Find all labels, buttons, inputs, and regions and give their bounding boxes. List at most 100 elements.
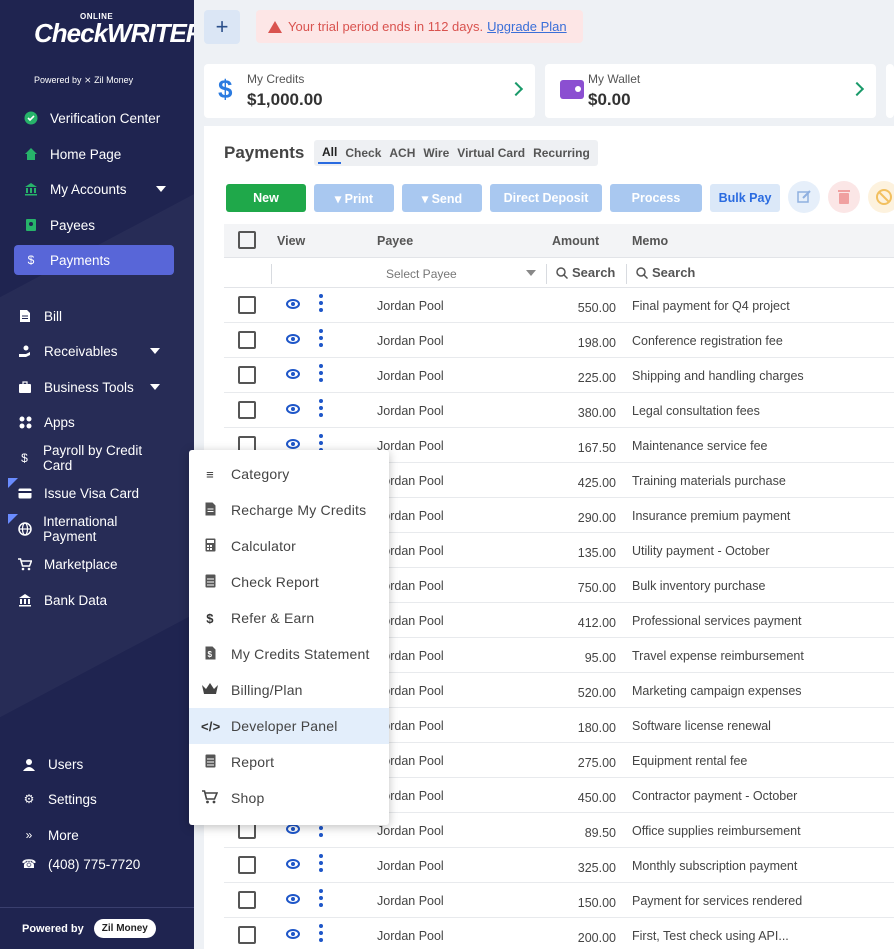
sidebar-item-bill[interactable]: Bill xyxy=(8,301,168,331)
print-button[interactable]: ▾ Print xyxy=(314,184,394,212)
sidebar-item-payees[interactable]: Payees xyxy=(14,210,174,240)
trial-text: Your trial period ends in 112 days. xyxy=(288,19,484,34)
chevron-down-icon[interactable] xyxy=(526,270,536,276)
sidebar-item-apps[interactable]: Apps xyxy=(8,407,168,437)
bulk-pay-button[interactable]: Bulk Pay xyxy=(710,184,780,212)
card-value: $1,000.00 xyxy=(247,90,323,109)
tab-check[interactable]: Check xyxy=(341,143,385,163)
sidebar-item-home-page[interactable]: Home Page xyxy=(14,139,174,169)
amount-search-input[interactable]: Search xyxy=(572,265,615,280)
more-vertical-icon[interactable] xyxy=(319,854,323,874)
column-amount[interactable]: Amount xyxy=(552,234,599,248)
column-memo[interactable]: Memo xyxy=(632,234,668,248)
cart-icon xyxy=(16,555,34,573)
eye-icon[interactable] xyxy=(286,439,300,449)
sidebar-item-verification-center[interactable]: Verification Center xyxy=(14,103,174,133)
row-checkbox[interactable] xyxy=(238,891,256,909)
menu-item-category[interactable]: ≡ Category xyxy=(189,456,389,492)
sidebar-item-my-accounts[interactable]: My Accounts xyxy=(14,174,174,204)
tab-wire[interactable]: Wire xyxy=(419,143,453,163)
menu-item-shop[interactable]: Shop xyxy=(189,780,389,816)
sidebar-item-payments[interactable]: $ Payments xyxy=(14,245,174,275)
more-vertical-icon[interactable] xyxy=(319,399,323,419)
eye-icon[interactable] xyxy=(286,929,300,939)
checkwriter-logo[interactable]: ONLINE CheckWRITER Powered by ⨯ Zil Mone… xyxy=(30,10,194,90)
more-vertical-icon[interactable] xyxy=(319,364,323,384)
more-vertical-icon[interactable] xyxy=(319,889,323,909)
upgrade-plan-link[interactable]: Upgrade Plan xyxy=(487,19,567,34)
my-credits-card[interactable]: $ My Credits $1,000.00 xyxy=(204,64,535,118)
new-button[interactable]: New xyxy=(226,184,306,212)
sidebar-item-international-payment[interactable]: International Payment xyxy=(8,514,168,544)
sidebar-item-business-tools[interactable]: Business Tools xyxy=(8,372,168,402)
table-row[interactable]: Jordan Pool 225.00 Shipping and handling c… xyxy=(224,358,894,393)
logo-powered-text: Powered by ⨯ Zil Money xyxy=(34,75,134,85)
add-button[interactable]: + xyxy=(204,10,240,44)
table-row[interactable]: Jordan Pool 325.00 Monthly subscription pa… xyxy=(224,848,894,883)
process-button[interactable]: Process xyxy=(610,184,702,212)
more-vertical-icon[interactable] xyxy=(319,924,323,944)
eye-icon[interactable] xyxy=(286,299,300,309)
menu-item-my-credits-statement[interactable]: $ My Credits Statement xyxy=(189,636,389,672)
sidebar-item-issue-visa-card[interactable]: Issue Visa Card xyxy=(8,478,168,508)
sidebar-item-payroll-by-credit-card[interactable]: $ Payroll by Credit Card xyxy=(8,443,168,473)
row-checkbox[interactable] xyxy=(238,366,256,384)
menu-item-check-report[interactable]: Check Report xyxy=(189,564,389,600)
sidebar-item-label: Verification Center xyxy=(50,110,161,126)
memo-search-input[interactable]: Search xyxy=(652,265,695,280)
sidebar-item-phone[interactable]: ☎ (408) 775-7720 xyxy=(12,849,172,879)
delete-icon[interactable] xyxy=(828,181,860,213)
tab-recurring[interactable]: Recurring xyxy=(529,143,594,163)
table-row[interactable]: Jordan Pool 380.00 Legal consultation fees xyxy=(224,393,894,428)
eye-icon[interactable] xyxy=(286,894,300,904)
eye-icon[interactable] xyxy=(286,859,300,869)
zil-money-badge[interactable]: Zil Money xyxy=(93,919,156,938)
eye-icon[interactable] xyxy=(286,404,300,414)
menu-item-refer-earn[interactable]: $ Refer & Earn xyxy=(189,600,389,636)
menu-item-developer-panel[interactable]: </> Developer Panel xyxy=(189,708,389,744)
void-icon[interactable] xyxy=(868,181,894,213)
row-memo: Payment for services rendered xyxy=(632,894,803,908)
menu-item-recharge-my-credits[interactable]: Recharge My Credits xyxy=(189,492,389,528)
row-checkbox[interactable] xyxy=(238,926,256,944)
sidebar-item-settings[interactable]: ⚙ Settings xyxy=(12,784,172,814)
sidebar-item-bank-data[interactable]: Bank Data xyxy=(8,585,168,615)
row-checkbox[interactable] xyxy=(238,331,256,349)
menu-item-calculator[interactable]: Calculator xyxy=(189,528,389,564)
payee-filter-select[interactable]: Select Payee xyxy=(386,267,457,281)
menu-item-report[interactable]: Report xyxy=(189,744,389,780)
tab-all[interactable]: All xyxy=(318,142,342,164)
eye-icon[interactable] xyxy=(286,824,300,834)
row-checkbox[interactable] xyxy=(238,401,256,419)
row-memo: Conference registration fee xyxy=(632,334,783,348)
send-button[interactable]: ▾ Send xyxy=(402,184,482,212)
table-row[interactable]: Jordan Pool 150.00 Payment for services re… xyxy=(224,883,894,918)
tab-ach[interactable]: ACH xyxy=(385,143,419,163)
table-row[interactable]: Jordan Pool 200.00 First, Test check using… xyxy=(224,918,894,949)
menu-item-label: Recharge My Credits xyxy=(231,502,367,518)
table-row[interactable]: Jordan Pool 198.00 Conference registration… xyxy=(224,323,894,358)
more-vertical-icon[interactable] xyxy=(319,294,323,314)
eye-icon[interactable] xyxy=(286,334,300,344)
row-checkbox[interactable] xyxy=(238,856,256,874)
column-view[interactable]: View xyxy=(277,234,305,248)
sidebar-item-receivables[interactable]: Receivables xyxy=(8,336,168,366)
tab-virtual-card[interactable]: Virtual Card xyxy=(453,143,529,163)
menu-item-billing-plan[interactable]: Billing/Plan xyxy=(189,672,389,708)
eye-icon[interactable] xyxy=(286,369,300,379)
table-row[interactable]: Jordan Pool 550.00 Final payment for Q4 pr… xyxy=(224,288,894,323)
column-payee[interactable]: Payee xyxy=(377,234,413,248)
dollar-icon: $ xyxy=(218,74,233,104)
my-wallet-card[interactable]: My Wallet $0.00 xyxy=(545,64,876,118)
more-vertical-icon[interactable] xyxy=(319,329,323,349)
sidebar-item-label: More xyxy=(48,827,79,843)
sidebar-item-marketplace[interactable]: Marketplace xyxy=(8,549,168,579)
select-all-checkbox[interactable] xyxy=(238,231,256,249)
sidebar-item-more[interactable]: » More xyxy=(12,820,172,850)
sidebar-item-label: Apps xyxy=(44,414,75,430)
sidebar-item-users[interactable]: Users xyxy=(12,749,172,779)
search-icon xyxy=(636,267,649,282)
row-checkbox[interactable] xyxy=(238,296,256,314)
direct-deposit-button[interactable]: Direct Deposit xyxy=(490,184,602,212)
edit-icon[interactable] xyxy=(788,181,820,213)
